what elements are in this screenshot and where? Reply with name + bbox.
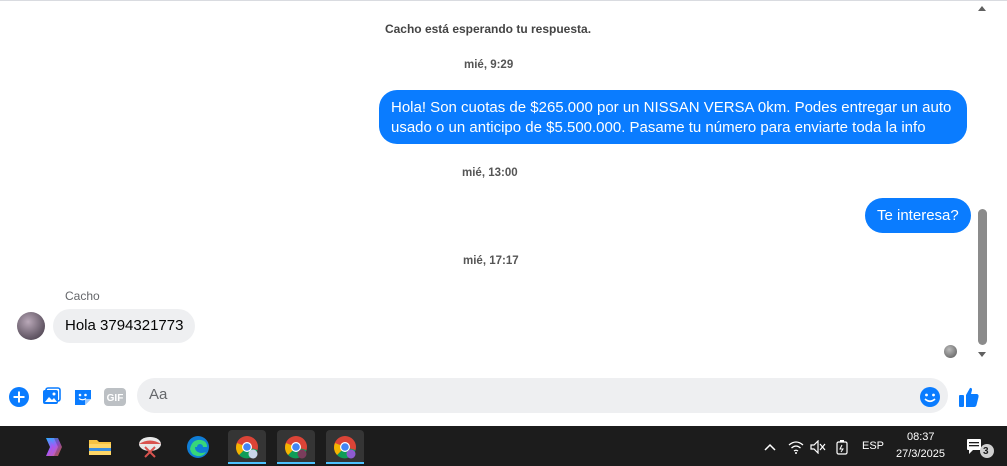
chrome-profile-3-icon[interactable]: [326, 430, 364, 464]
incoming-message[interactable]: Hola 3794321773: [53, 309, 196, 343]
scroll-down-arrow-icon[interactable]: [978, 352, 986, 357]
message-line: Hola! Son cuotas de $265.000 por un NISS…: [391, 99, 952, 116]
emoji-icon[interactable]: [919, 386, 941, 408]
chrome-profile-2-icon[interactable]: [277, 430, 315, 464]
snipping-tool-icon[interactable]: [131, 430, 169, 464]
scroll-up-arrow-icon[interactable]: [978, 6, 986, 11]
chrome-profile-1-icon[interactable]: [228, 430, 266, 464]
gif-label: GIF: [107, 393, 124, 404]
outgoing-message[interactable]: Te interesa?: [865, 198, 971, 233]
message-input[interactable]: [149, 386, 909, 403]
battery-icon[interactable]: [832, 430, 852, 464]
copilot-icon[interactable]: [33, 430, 71, 464]
message-input-box[interactable]: [137, 378, 948, 413]
timestamp: mié, 9:29: [464, 59, 514, 71]
seen-avatar: [944, 345, 957, 358]
speaker-muted-icon[interactable]: [808, 430, 828, 464]
scrollbar-thumb[interactable]: [978, 209, 987, 345]
waiting-status: Cacho está esperando tu respuesta.: [384, 22, 592, 36]
notification-count: 3: [983, 446, 989, 457]
messenger-window: Cacho está esperando tu respuesta. mié, …: [0, 0, 1007, 466]
wifi-icon[interactable]: [786, 430, 806, 464]
active-indicator: [326, 462, 364, 464]
timestamp: mié, 13:00: [462, 167, 518, 179]
timestamp: mié, 17:17: [463, 255, 519, 267]
sender-name: Cacho: [65, 289, 100, 303]
edge-icon[interactable]: [179, 430, 217, 464]
task-view-icon[interactable]: [0, 430, 8, 464]
contact-avatar[interactable]: [17, 312, 45, 340]
file-explorer-icon[interactable]: [81, 430, 119, 464]
plus-icon[interactable]: [8, 386, 30, 408]
clock-time[interactable]: 08:37: [907, 431, 935, 443]
notification-center-icon[interactable]: 3: [960, 430, 1000, 464]
active-indicator: [228, 462, 266, 464]
active-indicator: [277, 462, 315, 464]
language-indicator[interactable]: ESP: [862, 440, 884, 452]
photo-icon[interactable]: [40, 386, 62, 408]
sticker-icon[interactable]: [72, 386, 94, 408]
outgoing-message[interactable]: Hola! Son cuotas de $265.000 por un NISS…: [379, 90, 967, 144]
message-line: usado o un anticipo de $5.500.000. Pasam…: [391, 119, 926, 136]
gif-icon[interactable]: GIF: [104, 386, 126, 408]
clock-date[interactable]: 27/3/2025: [896, 448, 945, 460]
chevron-up-icon[interactable]: [760, 430, 780, 464]
like-icon[interactable]: [958, 386, 980, 408]
